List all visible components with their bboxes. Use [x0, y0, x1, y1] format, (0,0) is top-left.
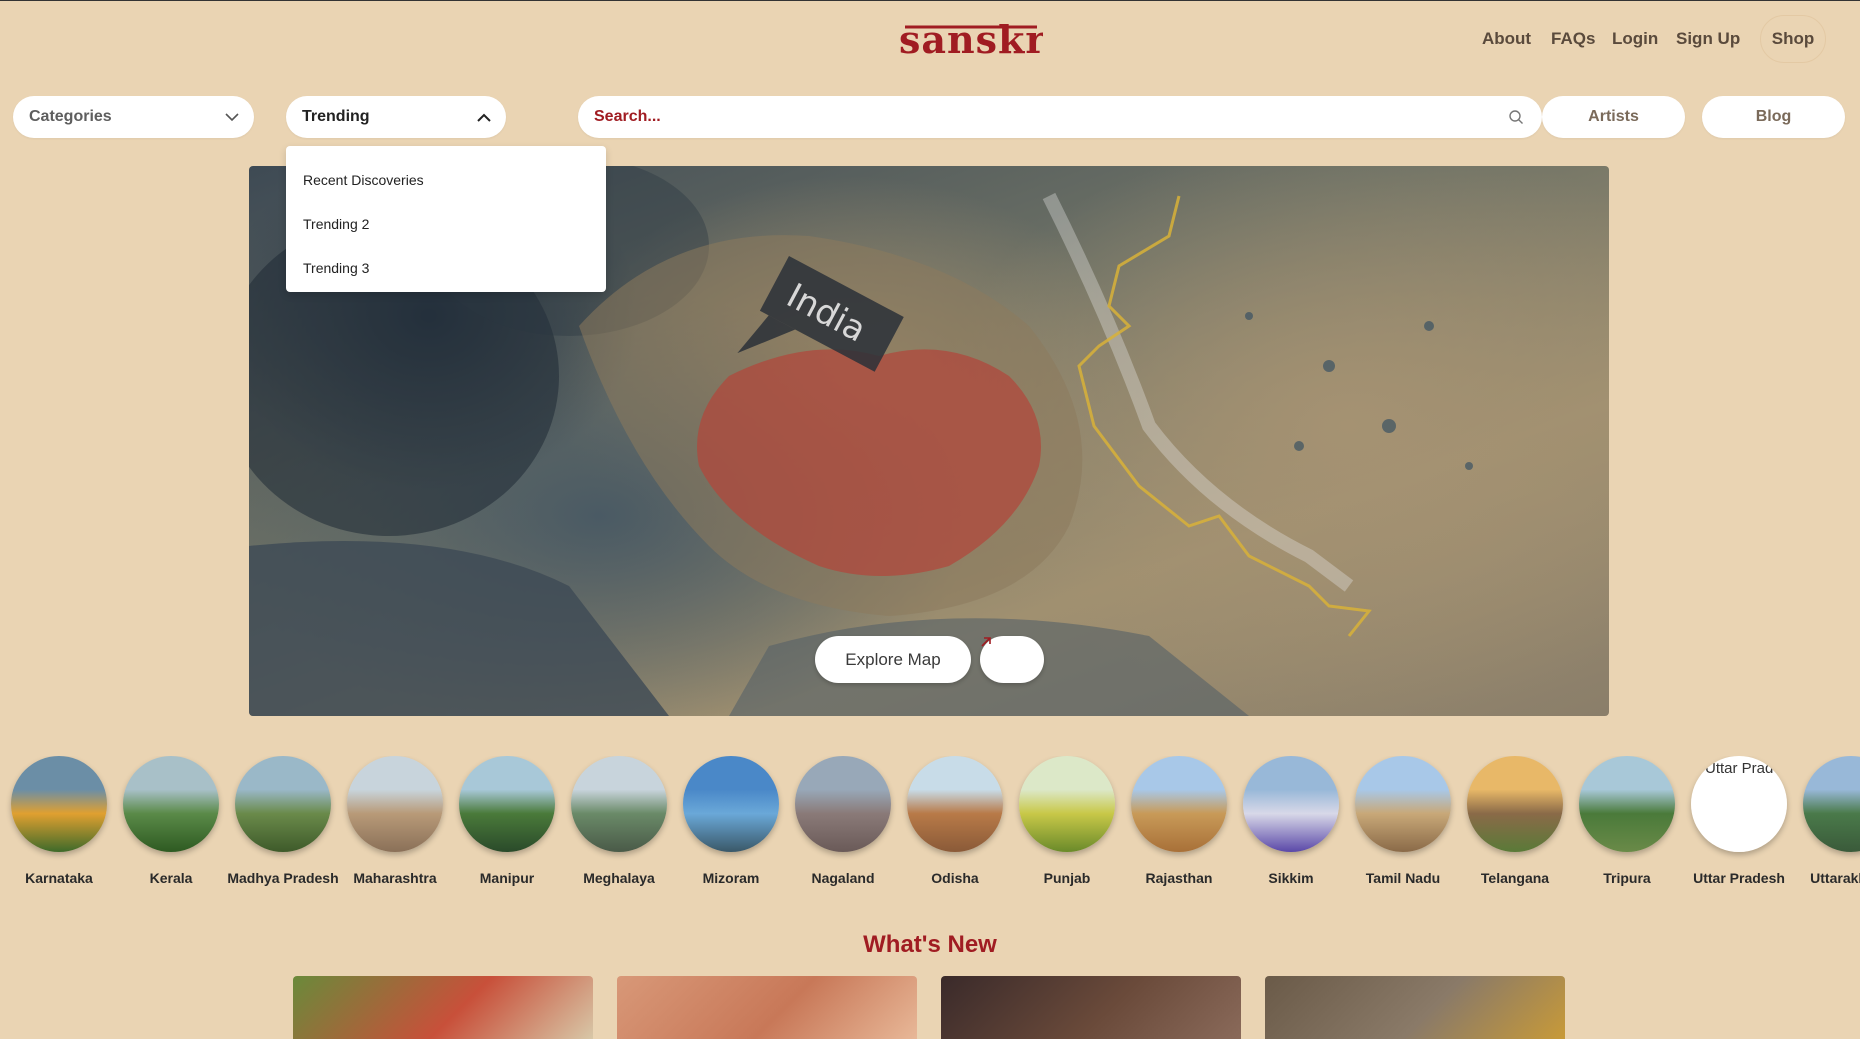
explore-map-button[interactable]: Explore Map: [815, 636, 971, 683]
menu-item-recent-discoveries[interactable]: Recent Discoveries: [286, 158, 606, 202]
state-item[interactable]: Telangana: [1459, 756, 1571, 886]
state-thumbnail[interactable]: [683, 756, 779, 852]
nav-signup-link[interactable]: Sign Up: [1676, 29, 1740, 49]
search-input[interactable]: Search...: [578, 108, 1490, 126]
search-icon[interactable]: [1490, 109, 1542, 125]
state-thumbnail[interactable]: [1803, 756, 1860, 852]
state-name: Nagaland: [811, 870, 875, 886]
state-name: Odisha: [931, 870, 979, 886]
blog-label: Blog: [1755, 108, 1792, 125]
categories-label: Categories: [29, 108, 112, 125]
whats-new-title: What's New: [863, 931, 997, 958]
trending-dropdown[interactable]: Trending: [286, 96, 506, 138]
nav-about-link[interactable]: About: [1482, 29, 1531, 49]
state-item[interactable]: Madhya Pradesh: [227, 756, 339, 886]
state-name: Uttar Pradesh: [1693, 870, 1785, 886]
state-thumbnail[interactable]: [571, 756, 667, 852]
state-thumbnail[interactable]: [795, 756, 891, 852]
state-item[interactable]: Punjab: [1011, 756, 1123, 886]
state-thumbnail[interactable]: [1579, 756, 1675, 852]
state-name: Punjab: [1043, 870, 1091, 886]
state-name: Maharashtra: [353, 870, 437, 886]
state-item[interactable]: Nagaland: [787, 756, 899, 886]
state-item[interactable]: Uttarakhand: [1795, 756, 1860, 886]
state-name: Sikkim: [1268, 870, 1314, 886]
search-bar[interactable]: Search...: [578, 96, 1542, 138]
chevron-up-icon: [462, 113, 506, 122]
nav-faqs-link[interactable]: FAQs: [1551, 29, 1595, 49]
state-item[interactable]: Odisha: [899, 756, 1011, 886]
state-name: Manipur: [479, 870, 535, 886]
categories-dropdown[interactable]: Categories: [13, 96, 254, 138]
state-item[interactable]: Sikkim: [1235, 756, 1347, 886]
state-thumbnail[interactable]: [1019, 756, 1115, 852]
menu-item-trending-2[interactable]: Trending 2: [286, 202, 606, 246]
state-name: Meghalaya: [583, 870, 655, 886]
whats-new-card[interactable]: [941, 976, 1241, 1039]
artists-label: Artists: [1588, 108, 1639, 125]
state-thumbnail[interactable]: [1243, 756, 1339, 852]
state-item[interactable]: Karnataka: [3, 756, 115, 886]
artists-button[interactable]: Artists: [1542, 96, 1685, 138]
state-name: Rajasthan: [1145, 870, 1213, 886]
state-item[interactable]: Tripura: [1571, 756, 1683, 886]
whats-new-card[interactable]: [1265, 976, 1565, 1039]
mountain-range: [1042, 192, 1354, 592]
lakes: [1245, 312, 1473, 470]
state-thumbnail[interactable]: [459, 756, 555, 852]
state-thumbnail[interactable]: [123, 756, 219, 852]
logo-text: sanskriti: [899, 17, 1043, 62]
nav-login-link[interactable]: Login: [1612, 29, 1658, 49]
chevron-down-icon: [210, 112, 254, 122]
state-name: Tripura: [1603, 870, 1651, 886]
state-thumbnail[interactable]: [11, 756, 107, 852]
state-name: Uttarakhand: [1810, 870, 1860, 886]
state-thumbnail[interactable]: [1131, 756, 1227, 852]
state-thumbnail[interactable]: [347, 756, 443, 852]
arrow-up-right-icon[interactable]: [980, 636, 1044, 683]
state-name: Madhya Pradesh: [227, 870, 339, 886]
sanskriti-logo[interactable]: sanskriti: [897, 15, 1043, 63]
sea-shape: [249, 541, 669, 716]
state-thumbnail-alt-text: Uttar Prad: [1705, 760, 1774, 777]
state-item[interactable]: Tamil Nadu: [1347, 756, 1459, 886]
state-thumbnail[interactable]: [1355, 756, 1451, 852]
state-name: Karnataka: [25, 870, 93, 886]
state-name: Tamil Nadu: [1365, 870, 1441, 886]
trending-menu: Recent Discoveries Trending 2 Trending 3: [286, 146, 606, 292]
state-item[interactable]: Uttar Prad Uttar Pradesh: [1683, 756, 1795, 886]
state-item[interactable]: Meghalaya: [563, 756, 675, 886]
state-item[interactable]: Rajasthan: [1123, 756, 1235, 886]
state-name: Telangana: [1480, 870, 1550, 886]
state-name: Mizoram: [702, 870, 760, 886]
state-item[interactable]: Manipur: [451, 756, 563, 886]
state-item[interactable]: Mizoram: [675, 756, 787, 886]
shop-button[interactable]: Shop: [1760, 15, 1826, 63]
state-thumbnail[interactable]: [1467, 756, 1563, 852]
menu-item-trending-3[interactable]: Trending 3: [286, 246, 606, 290]
states-carousel[interactable]: Karnataka Kerala Madhya Pradesh Maharashtra…: [0, 756, 1860, 896]
whats-new-card[interactable]: [617, 976, 917, 1039]
state-thumbnail[interactable]: [235, 756, 331, 852]
state-thumbnail[interactable]: [907, 756, 1003, 852]
blog-button[interactable]: Blog: [1702, 96, 1845, 138]
state-name: Kerala: [149, 870, 193, 886]
state-thumbnail[interactable]: Uttar Prad: [1691, 756, 1787, 852]
whats-new-card[interactable]: [293, 976, 593, 1039]
trending-label: Trending: [302, 108, 370, 125]
state-item[interactable]: Maharashtra: [339, 756, 451, 886]
state-item[interactable]: Kerala: [115, 756, 227, 886]
